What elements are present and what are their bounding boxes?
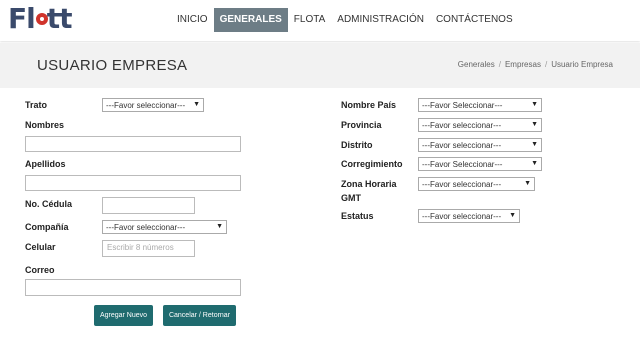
logo-text-part1: Fl [8,2,36,35]
breadcrumb: Generales / Empresas / Usuario Empresa [458,60,613,69]
zona-horaria-select[interactable]: ---Favor seleccionar--- ▼ [418,177,535,191]
breadcrumb-empresas[interactable]: Empresas [505,60,541,69]
breadcrumb-generales[interactable]: Generales [458,60,495,69]
nav-administracion[interactable]: ADMINISTRACIÓN [331,8,430,32]
compania-select-value: ---Favor seleccionar--- [106,223,186,232]
apellidos-label: Apellidos [25,159,66,169]
corregimiento-label: Corregimiento [341,159,403,169]
chevron-down-icon: ▼ [193,101,200,108]
correo-label: Correo [25,265,55,275]
nombres-input[interactable] [25,136,241,152]
nav-flota[interactable]: FLOTA [288,8,331,32]
chevron-down-icon: ▼ [531,101,538,108]
top-navbar: Fl tt INICIO GENERALES FLOTA ADMINISTRAC… [0,0,640,41]
distrito-label: Distrito [341,140,373,150]
chevron-down-icon: ▼ [216,223,223,230]
provincia-label: Provincia [341,120,382,130]
apellidos-input[interactable] [25,175,241,191]
flott-logo[interactable]: Fl tt [8,2,73,36]
chevron-down-icon: ▼ [531,121,538,128]
chevron-down-icon: ▼ [524,180,531,187]
logo-text-part2: tt [46,2,73,35]
main-nav: INICIO GENERALES FLOTA ADMINISTRACIÓN CO… [171,8,519,32]
zona-horaria-label: Zona Horaria [341,179,397,189]
nombres-label: Nombres [25,120,65,130]
estatus-select[interactable]: ---Favor seleccionar--- ▼ [418,209,520,223]
provincia-select-value: ---Favor seleccionar--- [422,121,502,130]
page-title: USUARIO EMPRESA [37,57,188,74]
celular-label: Celular [25,242,56,252]
trato-select[interactable]: ---Favor seleccionar--- ▼ [102,98,204,112]
estatus-label: Estatus [341,211,374,221]
nav-contactenos[interactable]: CONTÁCTENOS [430,8,519,32]
page-header: USUARIO EMPRESA Generales / Empresas / Usuar… [0,43,640,88]
breadcrumb-separator: / [544,60,548,69]
add-new-button[interactable]: Agregar Nuevo [94,305,153,326]
nav-inicio[interactable]: INICIO [171,8,214,32]
pais-select[interactable]: ---Favor Seleccionar--- ▼ [418,98,542,112]
compania-label: Compañía [25,222,69,232]
chevron-down-icon: ▼ [509,212,516,219]
distrito-select-value: ---Favor seleccionar--- [422,141,502,150]
compania-select[interactable]: ---Favor seleccionar--- ▼ [102,220,227,234]
nav-generales[interactable]: GENERALES [213,8,288,32]
breadcrumb-current: Usuario Empresa [551,60,613,69]
chevron-down-icon: ▼ [531,141,538,148]
trato-label: Trato [25,100,48,110]
breadcrumb-separator: / [498,60,501,69]
chevron-down-icon: ▼ [531,160,538,167]
pais-label: Nombre País [341,100,397,110]
celular-input[interactable]: Escribir 8 números [102,240,195,257]
zona-horaria-gmt-label: GMT [341,193,361,203]
estatus-select-value: ---Favor seleccionar--- [422,212,502,221]
trato-select-value: ---Favor seleccionar--- [106,101,186,110]
cancel-return-button[interactable]: Cancelar / Retornar [163,305,236,326]
pais-select-value: ---Favor Seleccionar--- [422,101,503,110]
zona-horaria-select-value: ---Favor seleccionar--- [422,180,502,189]
distrito-select[interactable]: ---Favor seleccionar--- ▼ [418,138,542,152]
corregimiento-select[interactable]: ---Favor Seleccionar--- ▼ [418,157,542,171]
cedula-label: No. Cédula [25,199,73,209]
correo-input[interactable] [25,279,241,296]
cedula-input[interactable] [102,197,195,214]
corregimiento-select-value: ---Favor Seleccionar--- [422,160,503,169]
provincia-select[interactable]: ---Favor seleccionar--- ▼ [418,118,542,132]
